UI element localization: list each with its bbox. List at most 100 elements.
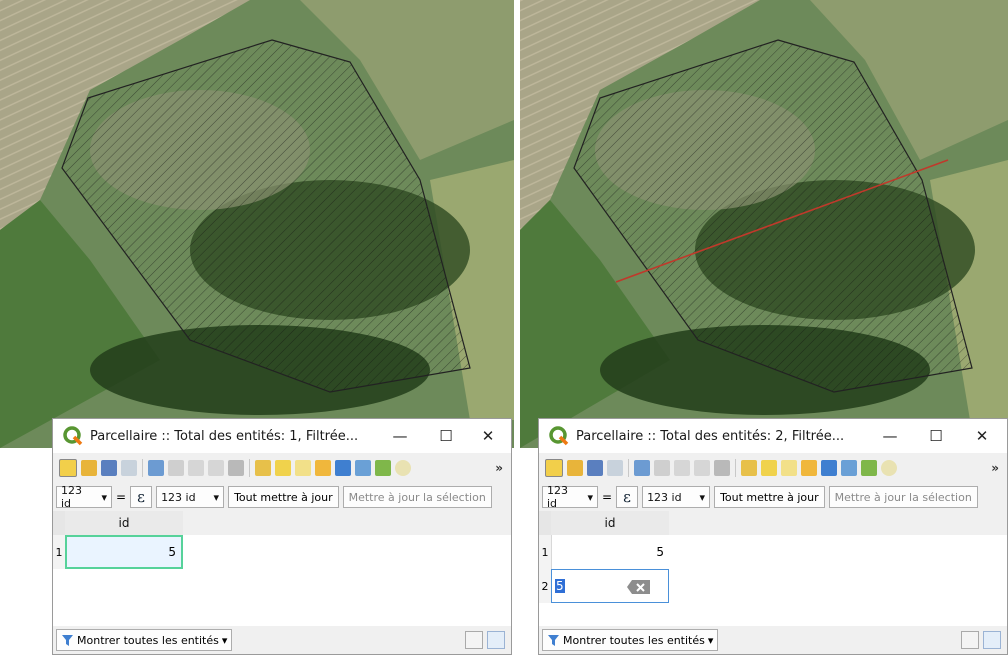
move-selection-top-icon[interactable] [355,460,371,476]
maximize-button[interactable]: ☐ [915,419,957,453]
cut-icon[interactable] [188,460,204,476]
save-edits-icon[interactable] [101,460,117,476]
invert-selection-icon[interactable] [781,460,797,476]
deselect-icon[interactable] [315,460,331,476]
equals-sign: = [602,490,613,504]
table-header: id [539,511,1007,535]
table-view-icon[interactable] [487,631,505,649]
clear-value-icon[interactable] [626,579,652,595]
view-toggle [961,631,1001,649]
map-canvas[interactable] [520,0,1008,448]
qgis-logo-icon [63,426,83,446]
field-select[interactable]: 123 id ▾ [56,484,112,510]
show-all-features-button[interactable]: Montrer toutes les entités ▾ [56,629,233,651]
minimize-button[interactable]: — [869,419,911,453]
add-feature-icon[interactable] [634,460,650,476]
close-button[interactable]: ✕ [961,419,1003,453]
table-corner[interactable] [53,511,65,535]
title-bar: Parcellaire :: Total des entités: 1, Fil… [53,419,511,453]
title-bar: Parcellaire :: Total des entités: 2, Fil… [539,419,1007,453]
reload-icon[interactable] [121,460,137,476]
status-bar: Montrer toutes les entités ▾ [53,626,511,654]
table-cell[interactable]: 5 [65,535,183,569]
filter-funnel-icon [548,634,559,646]
delete-feature-icon[interactable] [654,460,670,476]
pan-to-selection-icon[interactable] [861,460,877,476]
toolbar-overflow-icon[interactable]: » [991,461,999,475]
chevron-down-icon: ▾ [587,490,593,504]
delete-feature-icon[interactable] [168,460,184,476]
filter-icon[interactable] [821,460,837,476]
toggle-editing-icon[interactable] [59,459,77,477]
table-row[interactable]: 1 5 [539,535,1007,569]
pan-to-selection-icon[interactable] [375,460,391,476]
move-selection-top-icon[interactable] [841,460,857,476]
maximize-button[interactable]: ☐ [425,419,467,453]
table-row[interactable]: 1 5 [53,535,511,569]
chevron-down-icon: ▾ [213,490,220,504]
toolbar-overflow-icon[interactable]: » [495,461,503,475]
save-edits-icon[interactable] [587,460,603,476]
table-view-icon[interactable] [983,631,1001,649]
attribute-table: id 1 5 [53,511,511,627]
table-cell[interactable]: 5 [551,535,669,569]
select-all-icon[interactable] [761,460,777,476]
expression-button[interactable]: ε [130,486,153,508]
multi-edit-icon[interactable] [81,460,97,476]
update-all-button[interactable]: Tout mettre à jour [228,486,339,508]
expression-field-label: 123 id [647,490,682,504]
show-all-features-button[interactable]: Montrer toutes les entités ▾ [542,629,719,651]
minimize-button[interactable]: — [379,419,421,453]
zoom-to-selection-icon[interactable] [881,460,897,476]
invert-selection-icon[interactable] [295,460,311,476]
chevron-down-icon: ▾ [707,633,714,647]
expression-field-label: 123 id [161,490,196,504]
cell-editor[interactable]: 5 [551,569,669,603]
select-by-expression-icon[interactable] [741,460,757,476]
table-corner[interactable] [539,511,551,535]
form-view-icon[interactable] [961,631,979,649]
close-button[interactable]: ✕ [467,419,509,453]
add-feature-icon[interactable] [148,460,164,476]
select-by-expression-icon[interactable] [255,460,271,476]
field-select[interactable]: 123 id ▾ [542,484,598,510]
toggle-editing-icon[interactable] [545,459,563,477]
select-all-icon[interactable] [275,460,291,476]
expression-field-select[interactable]: 123 id ▾ [156,486,225,508]
panel-before: Parcellaire :: Total des entités: 1, Fil… [0,0,514,655]
cut-icon[interactable] [674,460,690,476]
filter-funnel-icon [62,634,73,646]
column-header-id[interactable]: id [65,511,183,535]
attribute-toolbar: » [539,453,1007,483]
zoom-to-selection-icon[interactable] [395,460,411,476]
update-all-button[interactable]: Tout mettre à jour [714,486,825,508]
panel-after: Parcellaire :: Total des entités: 2, Fil… [520,0,1008,655]
attribute-toolbar: » [53,453,511,483]
update-selection-button[interactable]: Mettre à jour la sélection [342,486,492,508]
table-row[interactable]: 2 5 [539,569,1007,603]
attribute-table-window: Parcellaire :: Total des entités: 2, Fil… [538,418,1008,655]
show-all-label: Montrer toutes les entités [77,633,219,647]
expression-field-select[interactable]: 123 id ▾ [642,486,711,508]
field-calculator-bar: 123 id ▾ = ε 123 id ▾ Tout mettre à jour M… [539,483,1007,511]
chevron-down-icon: ▾ [699,490,706,504]
attribute-table: id 1 5 2 5 [539,511,1007,627]
column-header-id[interactable]: id [551,511,669,535]
update-selection-button[interactable]: Mettre à jour la sélection [828,486,978,508]
filter-icon[interactable] [335,460,351,476]
form-view-icon[interactable] [465,631,483,649]
cell-editor-text[interactable]: 5 [555,579,565,593]
view-toggle [465,631,505,649]
expression-button[interactable]: ε [616,486,639,508]
chevron-down-icon: ▾ [101,490,107,504]
map-canvas[interactable] [0,0,514,448]
paste-icon[interactable] [714,460,730,476]
reload-icon[interactable] [607,460,623,476]
copy-icon[interactable] [694,460,710,476]
status-bar: Montrer toutes les entités ▾ [539,626,1007,654]
deselect-icon[interactable] [801,460,817,476]
table-header: id [53,511,511,535]
copy-icon[interactable] [208,460,224,476]
paste-icon[interactable] [228,460,244,476]
multi-edit-icon[interactable] [567,460,583,476]
